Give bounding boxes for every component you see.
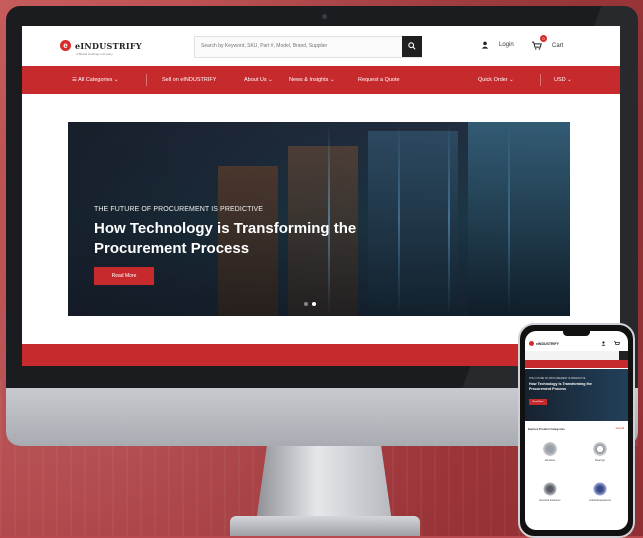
fasteners-icon — [542, 481, 558, 497]
nav-about[interactable]: About Us ⌄ — [244, 77, 273, 83]
phone-hero-title: How Technology is Transforming the Procu… — [529, 382, 592, 391]
phone-category-label: Bearings — [595, 459, 605, 462]
phone-nav — [525, 360, 628, 368]
cart-icon — [532, 41, 542, 50]
phone-category-card[interactable]: Industrial Equipment — [585, 481, 615, 502]
cart-count-badge: 0 — [540, 35, 547, 42]
cart-link[interactable]: 0 Cart — [532, 35, 564, 50]
logo-subtitle: A Bhatia Holdings company — [76, 52, 113, 56]
nav-request-quote[interactable]: Request a Quote — [358, 77, 400, 83]
phone-category-card[interactable]: Electrical Fasteners — [535, 481, 565, 502]
hero-light-beam — [508, 122, 510, 316]
phone-category-label: Industrial Equipment — [589, 499, 611, 502]
phone-cart-icon[interactable] — [614, 341, 620, 346]
nav-divider — [146, 74, 147, 86]
phone-header: eINDUSTRIFY — [525, 337, 628, 351]
carousel-dots — [304, 302, 316, 306]
search-input[interactable] — [195, 37, 407, 55]
monitor-stand-neck — [256, 446, 392, 522]
monitor-stand-foot — [230, 516, 420, 536]
phone-category-label: Electrical Fasteners — [539, 499, 561, 502]
user-icon — [481, 41, 489, 49]
nav-divider — [540, 74, 541, 86]
phone-search-button[interactable] — [619, 351, 628, 360]
phone-logo-mark-icon — [529, 341, 534, 346]
nav-quick-order[interactable]: Quick Order ⌄ — [478, 77, 514, 83]
phone-category-label: Abrasives — [544, 459, 556, 462]
phone-screen: eINDUSTRIFY THE FUTURE OF PROCUREMENT IS… — [525, 331, 628, 530]
phone-view-all-link[interactable]: View All — [616, 427, 624, 430]
search-bar — [194, 36, 422, 58]
site-header: e eINDUSTRIFY A Bhatia Holdings company … — [22, 26, 620, 66]
search-button[interactable] — [402, 36, 422, 57]
equipment-icon — [592, 481, 608, 497]
nav-sell[interactable]: Sell on eINDUSTRIFY — [162, 77, 216, 83]
phone-mockup: eINDUSTRIFY THE FUTURE OF PROCUREMENT IS… — [518, 323, 635, 538]
phone-category-card[interactable]: Bearings — [585, 441, 615, 462]
phone-read-more-button[interactable]: Read More — [529, 399, 547, 405]
cart-label: Cart — [552, 42, 564, 49]
phone-hero-banner: THE FUTURE OF PROCUREMENT IS PREDICTIVE … — [525, 369, 628, 421]
nav-all-categories[interactable]: ☰ All Categories ⌄ — [72, 77, 119, 83]
logo-mark-icon: e — [60, 40, 71, 51]
hero-light-beam — [448, 122, 450, 316]
phone-category-card[interactable]: Abrasives — [535, 441, 565, 462]
nav-currency[interactable]: USD ⌄ — [554, 77, 572, 83]
nav-news[interactable]: News & Insights ⌄ — [289, 77, 335, 83]
phone-hero-kicker: THE FUTURE OF PROCUREMENT IS PREDICTIVE — [529, 377, 586, 380]
phone-user-icon[interactable] — [601, 341, 606, 346]
search-icon — [408, 42, 416, 50]
login-label: Login — [499, 42, 514, 48]
read-more-button[interactable]: Read More — [94, 267, 154, 285]
hero-kicker: THE FUTURE OF PROCUREMENT IS PREDICTIVE — [94, 206, 264, 213]
login-link[interactable]: Login — [481, 41, 514, 49]
carousel-dot-2[interactable] — [312, 302, 316, 306]
abrasives-icon — [542, 441, 558, 457]
carousel-dot-1[interactable] — [304, 302, 308, 306]
phone-logo-text: eINDUSTRIFY — [536, 341, 559, 346]
logo-text: eINDUSTRIFY — [75, 40, 142, 51]
phone-notch — [563, 331, 590, 336]
hero-warehouse-rack — [468, 122, 570, 316]
monitor-camera — [322, 14, 327, 19]
bearing-icon — [592, 441, 608, 457]
site-logo[interactable]: e eINDUSTRIFY — [60, 40, 142, 51]
main-nav: ☰ All Categories ⌄ Sell on eINDUSTRIFY A… — [22, 66, 620, 94]
phone-logo[interactable]: eINDUSTRIFY — [529, 341, 559, 346]
monitor-screen: e eINDUSTRIFY A Bhatia Holdings company … — [22, 26, 620, 366]
phone-search-bar[interactable] — [525, 351, 628, 360]
phone-section-title: Explore Product Categories — [528, 427, 565, 431]
hero-banner: THE FUTURE OF PROCUREMENT IS PREDICTIVE … — [68, 122, 570, 316]
hero-title: How Technology is Transforming the Procu… — [94, 220, 357, 257]
